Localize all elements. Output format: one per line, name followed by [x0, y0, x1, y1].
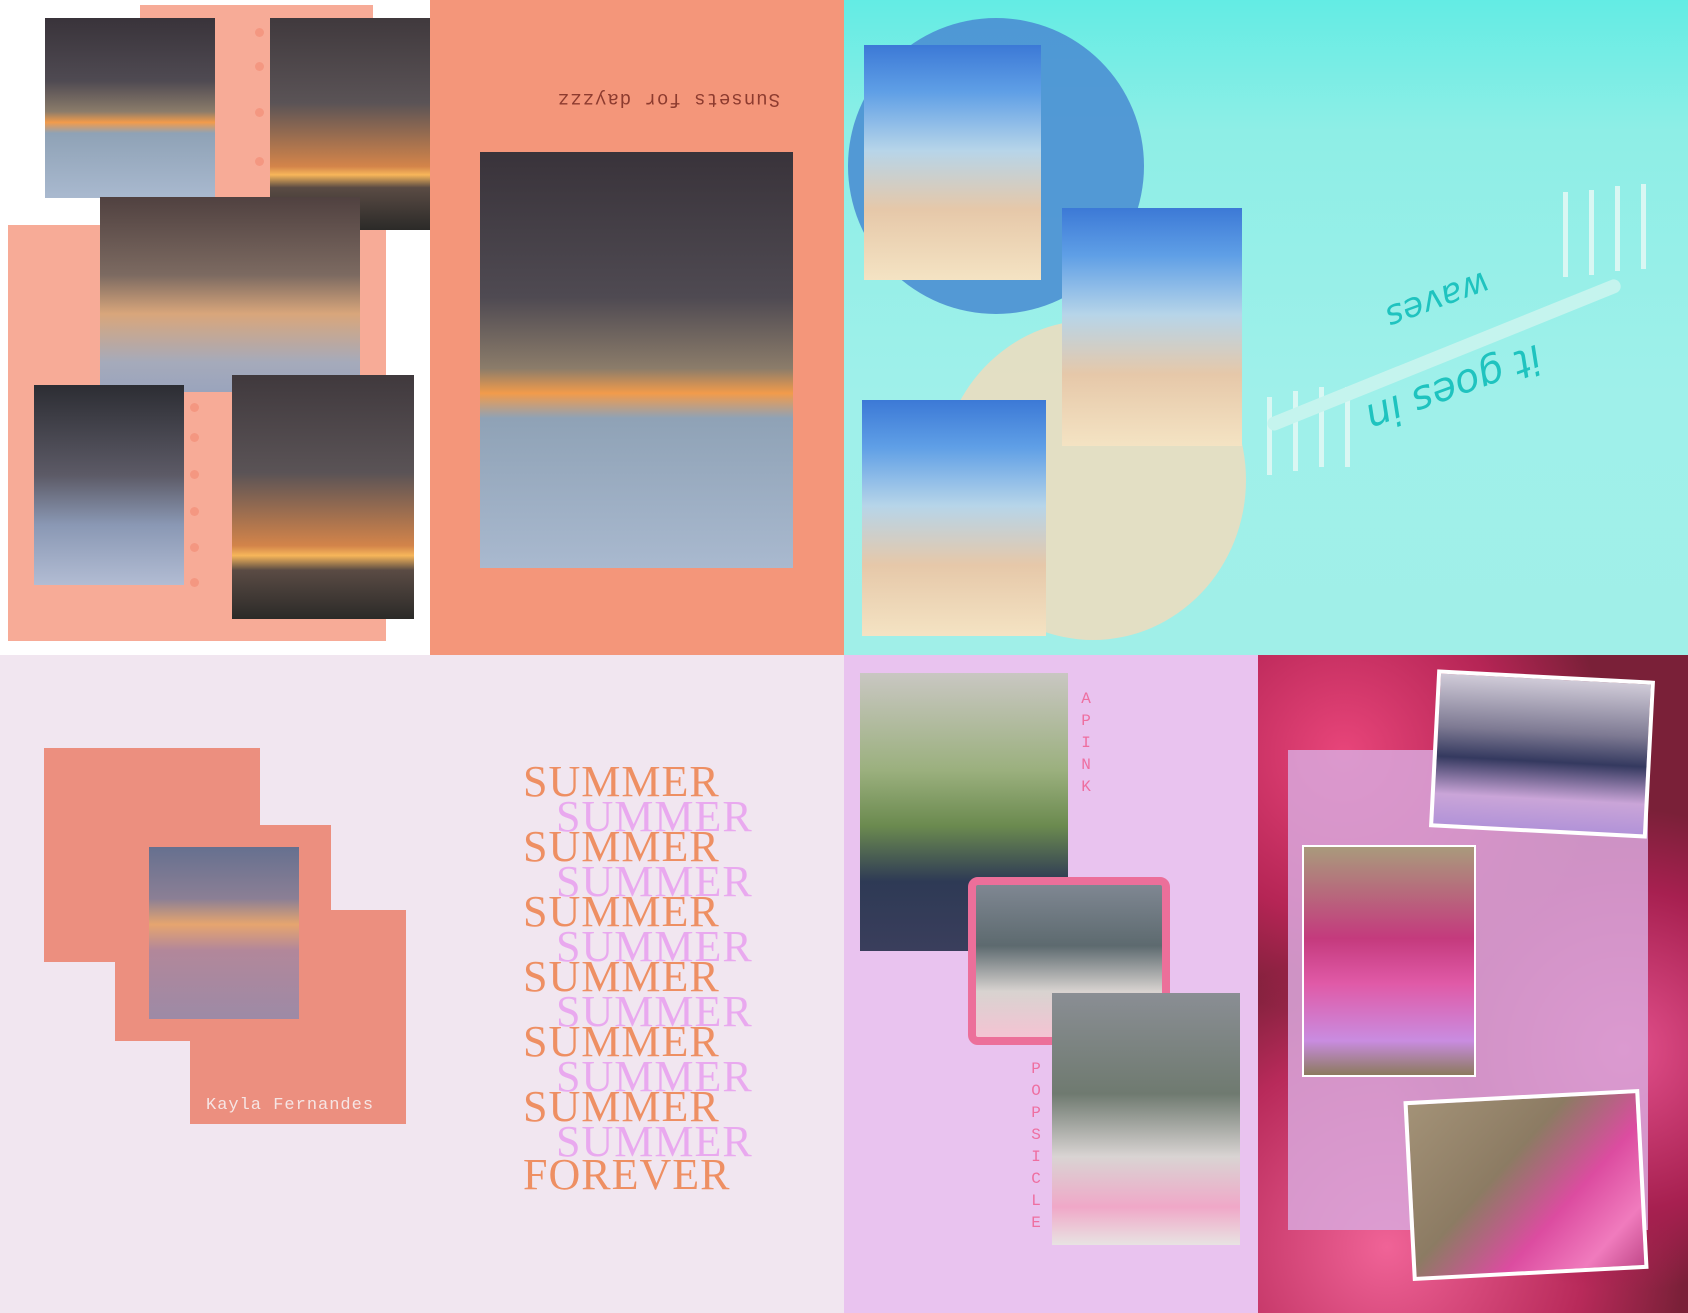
photo-girl-flowers-1	[1302, 845, 1476, 1077]
panel-sunset-collage	[0, 0, 430, 655]
photo-friends-group	[100, 197, 360, 392]
decorative-dot	[190, 543, 199, 552]
decorative-dot	[190, 470, 199, 479]
handwritten-tally-marks	[1559, 182, 1669, 282]
forever-word: FOREVER	[523, 1150, 731, 1199]
photo-girl-flowers-2	[1403, 1088, 1649, 1282]
label-a-pink: APINK	[1081, 690, 1091, 796]
waves-caption-line2: waves	[1380, 262, 1496, 338]
decorative-dot	[190, 507, 199, 516]
decorative-dot	[190, 433, 199, 442]
photo-pool-3	[862, 400, 1046, 636]
decorative-dot	[190, 578, 199, 587]
photo-sunset-water	[34, 385, 184, 585]
sunsets-title: Sunsets for dayzzz	[556, 88, 780, 110]
label-popsicle: POPSICLE	[1031, 1060, 1041, 1232]
photo-sunset-large	[480, 152, 793, 568]
decorative-dot	[255, 62, 264, 71]
decorative-dot	[255, 28, 264, 37]
decorative-dot	[255, 108, 264, 117]
photo-sunset-shore	[232, 375, 414, 619]
panel-waves: it goes in waves	[844, 0, 1688, 655]
decorative-dot	[255, 157, 264, 166]
author-name: Kayla Fernandes	[206, 1096, 375, 1115]
photo-sunset-silhouette	[45, 18, 215, 198]
photo-pool-1	[864, 45, 1041, 280]
decorative-dot	[190, 403, 199, 412]
panel-flowers	[1258, 655, 1688, 1313]
photo-popsicle-closeup-2	[1052, 993, 1240, 1245]
photo-airplane-wing	[149, 847, 299, 1019]
photo-two-friends	[1429, 669, 1655, 839]
photo-pool-2	[1062, 208, 1242, 446]
